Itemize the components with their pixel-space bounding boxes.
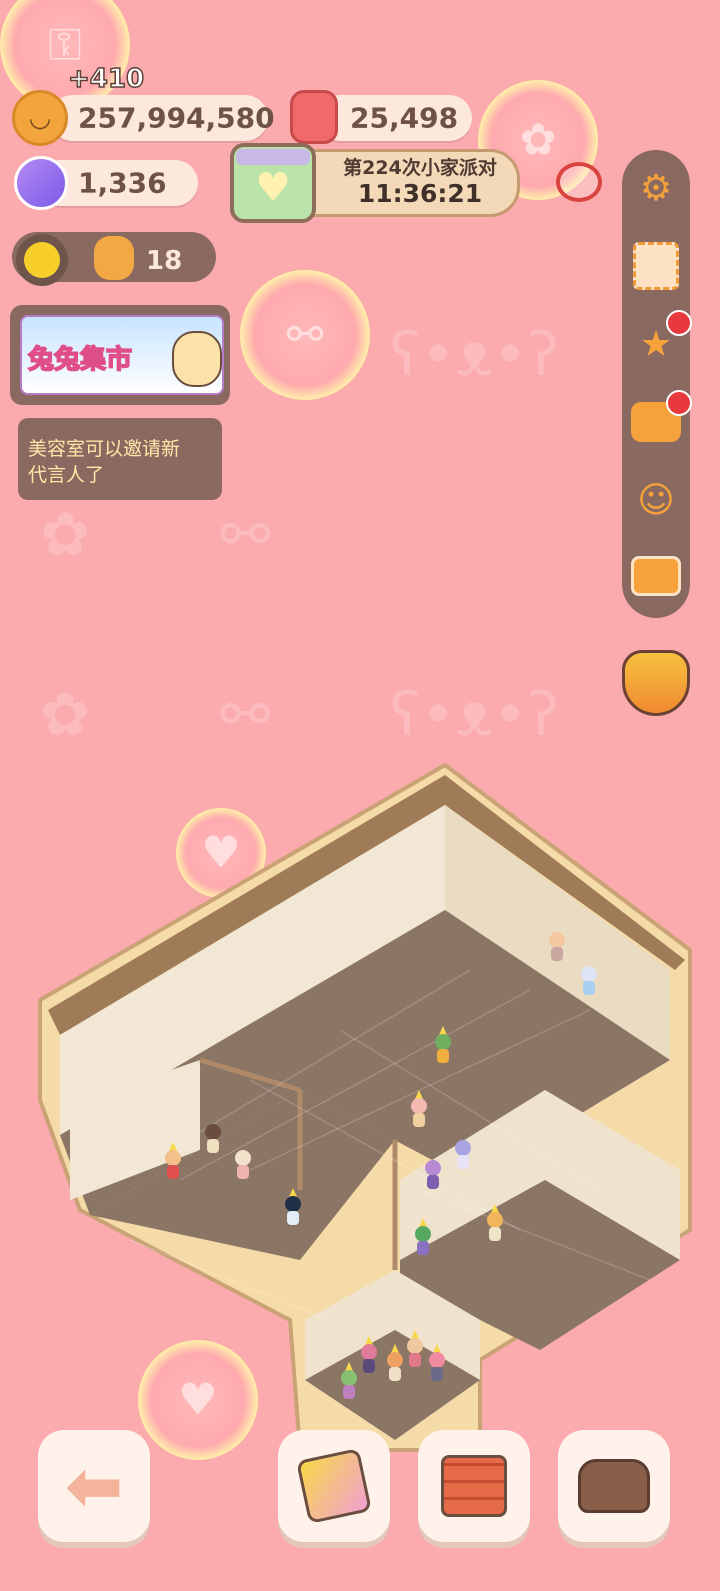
- back-button[interactable]: ⬅: [38, 1430, 150, 1542]
- notification-badge: [666, 310, 692, 336]
- furniture-button[interactable]: [558, 1430, 670, 1542]
- character[interactable]: [340, 1362, 358, 1404]
- wallpaper-icon: [296, 1448, 372, 1524]
- bg-doodle-bone-icon: ⚯: [220, 500, 271, 570]
- character[interactable]: [406, 1330, 424, 1372]
- gear-icon[interactable]: ⚙: [626, 158, 686, 218]
- heart-icon: ♥: [255, 165, 291, 211]
- glow-bubble[interactable]: ⚯: [240, 270, 370, 400]
- gain-popup: +410: [67, 63, 145, 95]
- character[interactable]: [424, 1160, 442, 1194]
- build-trowel-icon: [441, 1455, 507, 1517]
- character[interactable]: [548, 932, 566, 966]
- gift-basket-icon[interactable]: [622, 650, 690, 716]
- notification-badge: [666, 390, 692, 416]
- red-gem-icon: [290, 90, 338, 144]
- cookie-icon: ◡: [12, 90, 68, 146]
- character[interactable]: [428, 1344, 446, 1386]
- sun-core: [24, 242, 60, 278]
- bg-doodle-flower-icon: ✿: [40, 500, 91, 570]
- party-event-widget[interactable]: ♥ 第224次小家派对 11:36:21: [230, 143, 526, 223]
- party-timer: 11:36:21: [357, 179, 483, 208]
- candy-value: 1,336: [78, 166, 167, 200]
- character[interactable]: [434, 1026, 452, 1068]
- character[interactable]: [410, 1090, 428, 1132]
- jar-lid: [236, 149, 310, 165]
- character[interactable]: [234, 1150, 252, 1184]
- character[interactable]: [486, 1204, 504, 1246]
- back-arrow-icon: ⬅: [64, 1445, 124, 1527]
- character[interactable]: [580, 966, 598, 1000]
- bg-doodle-bear-icon: ʕ•ᴥ•ʔ: [390, 320, 559, 390]
- market-title: 兔兔集市: [27, 344, 133, 376]
- character[interactable]: [386, 1344, 404, 1386]
- notice-line1: 美容室可以邀请新: [28, 438, 181, 460]
- notice-line2: 代言人了: [28, 464, 105, 486]
- character[interactable]: [284, 1188, 302, 1230]
- mascot-icon: [94, 236, 134, 280]
- bg-doodle-bone-icon: ⚯: [220, 680, 271, 750]
- character[interactable]: [204, 1124, 222, 1158]
- sofa-icon: [578, 1459, 650, 1513]
- party-title: 第224次小家派对: [343, 157, 497, 179]
- candy-icon: [14, 156, 68, 210]
- character[interactable]: [414, 1218, 432, 1260]
- friends-icon[interactable]: ☺: [626, 470, 686, 530]
- hide-ui-icon[interactable]: [556, 162, 602, 202]
- character[interactable]: [360, 1336, 378, 1378]
- character[interactable]: [454, 1140, 472, 1174]
- character[interactable]: [164, 1142, 182, 1184]
- camera-icon[interactable]: [626, 546, 686, 606]
- build-button[interactable]: [418, 1430, 530, 1542]
- wallpaper-button[interactable]: [278, 1430, 390, 1542]
- notice-box[interactable]: 美容室可以邀请新 代言人了: [18, 418, 222, 500]
- market-banner[interactable]: 兔兔集市: [10, 305, 230, 405]
- cookie-counter[interactable]: 257,994,580: [50, 95, 275, 141]
- bg-doodle-flower-icon: ✿: [40, 680, 91, 750]
- gem-counter[interactable]: 25,498: [318, 95, 472, 141]
- badge-count: 18: [146, 246, 183, 276]
- party-jar-icon: ♥: [230, 143, 316, 223]
- bunny-mascot-icon: [172, 331, 222, 387]
- gem-value: 25,498: [350, 101, 459, 135]
- bg-doodle-bear-icon: ʕ•ᴥ•ʔ: [390, 680, 559, 750]
- cookie-value: 257,994,580: [78, 101, 275, 135]
- market-banner-inner: 兔兔集市: [20, 315, 224, 395]
- stamp-icon[interactable]: [626, 236, 686, 296]
- house-scene[interactable]: [0, 760, 720, 1520]
